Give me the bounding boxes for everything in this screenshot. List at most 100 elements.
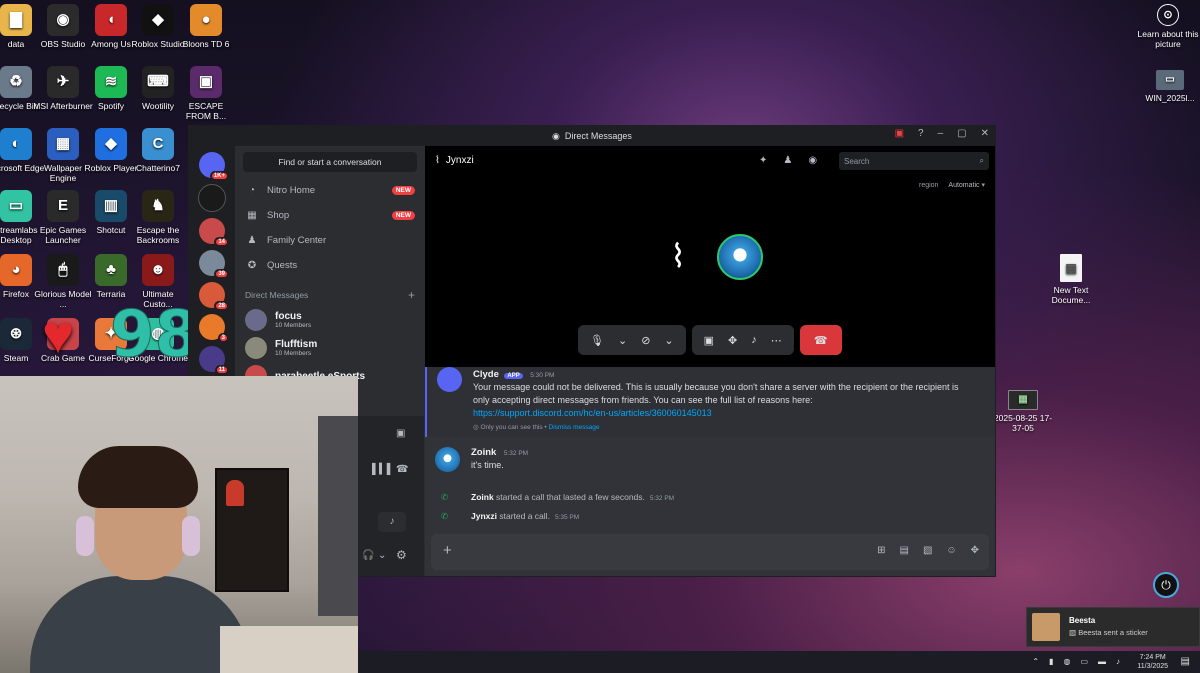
title-bar: ◉ Direct Messages ▣ ? – ▢ ✕ xyxy=(189,126,995,146)
sticker-icon[interactable]: ▧ xyxy=(923,545,932,556)
chevron-down-icon[interactable]: ⌄ xyxy=(664,334,673,347)
settings-icon[interactable]: ⚙ xyxy=(396,548,407,562)
mic-control[interactable]: 🎙 ⌄ ⊘ ⌄ xyxy=(578,325,686,355)
shop-icon: ▦ xyxy=(247,210,257,221)
screen-share-icon[interactable]: ▣ xyxy=(396,428,405,439)
server-icon[interactable]: 39 xyxy=(199,250,229,279)
video-file-icon: ▦ xyxy=(1008,390,1038,410)
app-icon: ▣ xyxy=(190,66,222,98)
unread-badge: 1K+ xyxy=(209,171,229,181)
app-icon: ▭ xyxy=(0,190,32,222)
dm-list-item[interactable]: Flufftism 10 Members xyxy=(235,334,425,362)
chevron-down-icon[interactable]: ⌄ xyxy=(618,334,627,347)
pin-icon[interactable]: ✦ xyxy=(759,155,767,166)
dm-list-item[interactable]: focus 10 Members xyxy=(235,306,425,334)
message-author[interactable]: Zoink xyxy=(471,447,496,458)
message-link[interactable]: https://support.discord.com/hc/en-us/art… xyxy=(473,407,965,420)
notification-toast[interactable]: Beesta ▧ Beesta sent a sticker xyxy=(1026,607,1200,647)
zoink-avatar xyxy=(435,447,460,472)
minimize-button[interactable]: – xyxy=(938,128,944,139)
nav-item[interactable]: ▦ Shop NEW xyxy=(235,203,425,228)
gift-icon[interactable]: ⊞ xyxy=(877,545,885,556)
dm-header-label: Direct Messages xyxy=(245,290,309,300)
desktop-icon-label: New Text Docume... xyxy=(1051,285,1091,305)
create-dm-icon[interactable]: + xyxy=(408,288,415,302)
app-icon: ● xyxy=(190,4,222,36)
app-icon: ♻ xyxy=(0,66,32,98)
search-placeholder: Search xyxy=(844,156,870,166)
search-input[interactable]: Search ⌕ xyxy=(839,152,989,170)
profile-icon[interactable]: ◉ xyxy=(808,155,817,166)
server-icon[interactable] xyxy=(198,184,226,212)
power-icon[interactable]: ⏻ xyxy=(1153,572,1179,598)
find-conversation-button[interactable]: Find or start a conversation xyxy=(243,152,417,172)
nav-item-label: Quests xyxy=(267,260,298,271)
nav-item[interactable]: ♟ Family Center xyxy=(235,228,425,253)
app-icon: C xyxy=(142,128,174,160)
microphone-icon: 🎙 xyxy=(590,334,604,347)
chevron-down-icon[interactable]: ⌄ xyxy=(378,550,386,561)
system-author[interactable]: Zoink xyxy=(471,492,494,502)
screen-share-icon[interactable]: ▣ xyxy=(704,334,714,347)
more-options-icon[interactable]: ⋯ xyxy=(771,334,782,347)
clock-date: 11/3/2025 xyxy=(1137,663,1168,670)
jynxzi-logo-icon: ⌇ xyxy=(435,155,440,166)
participant-zoink[interactable] xyxy=(717,234,763,280)
participant-jynxzi[interactable]: ⌇ xyxy=(663,236,693,276)
app-icon: ♣ xyxy=(95,254,127,286)
notification-center-icon[interactable]: ▤ xyxy=(1181,656,1190,667)
emoji-icon[interactable]: ☺ xyxy=(946,545,956,556)
soundboard-icon[interactable]: ♪ xyxy=(378,512,406,532)
inbox-icon[interactable]: ▣ xyxy=(895,128,904,139)
maximize-button[interactable]: ▢ xyxy=(957,128,966,139)
system-time: 5:35 PM xyxy=(554,514,580,521)
headphones-icon[interactable]: 🎧 xyxy=(362,550,374,561)
server-icon[interactable]: 14 xyxy=(199,218,229,247)
disconnect-icon[interactable]: ☎ xyxy=(396,464,408,475)
add-friends-icon[interactable]: ♟ xyxy=(783,155,792,166)
app-tag: APP xyxy=(504,373,523,379)
region-selector[interactable]: region Automatic ▾ xyxy=(919,181,985,189)
hype-counter: 98 xyxy=(109,298,200,372)
desktop-icon[interactable]: ▦ 2025-08-25 17-37-05 xyxy=(992,390,1054,433)
camera-off-icon[interactable]: ⊘ xyxy=(641,334,650,347)
attach-icon[interactable]: + xyxy=(443,542,452,559)
usb-icon[interactable]: ▮ xyxy=(1049,657,1053,666)
desktop-icon[interactable]: ♞ Escape the Backrooms xyxy=(128,190,188,245)
dismiss-link[interactable]: Dismiss message xyxy=(549,424,600,431)
desktop-icon[interactable]: C Chatterino7 xyxy=(128,128,188,173)
desktop-icon[interactable]: ▭ WIN_2025l... xyxy=(1140,70,1200,103)
nav-item[interactable]: ◔ Nitro Home NEW xyxy=(235,178,425,203)
soundboard-icon[interactable]: ♪ xyxy=(751,334,757,346)
help-icon[interactable]: ? xyxy=(918,128,924,139)
gif-icon[interactable]: ▤ xyxy=(899,545,908,556)
desktop-icon[interactable]: ▤ New Text Docume... xyxy=(1041,254,1101,305)
desktop-icon[interactable]: ⊙ Learn about this picture xyxy=(1137,4,1199,49)
nav-item[interactable]: ✪ Quests xyxy=(235,253,425,278)
server-icon[interactable]: 11 xyxy=(199,346,229,375)
phone-icon: ✆ xyxy=(441,511,449,521)
system-author[interactable]: Jynxzi xyxy=(471,511,497,521)
chevron-up-icon[interactable]: ⌃ xyxy=(1032,657,1039,666)
clock[interactable]: 7:24 PM 11/3/2025 xyxy=(1137,653,1168,671)
desktop-icon-label: ESCAPE FROM B... xyxy=(185,101,227,121)
home-button[interactable]: 1K+ xyxy=(199,152,229,181)
message-author[interactable]: Clyde xyxy=(473,369,499,380)
desktop-icon[interactable]: ▣ ESCAPE FROM B... xyxy=(176,66,236,121)
network-icon[interactable]: ▬ xyxy=(1098,657,1106,666)
disconnect-button[interactable]: ☎ xyxy=(799,325,842,355)
display-icon[interactable]: ▭ xyxy=(1080,657,1088,666)
server-icon[interactable]: 3 xyxy=(199,314,229,343)
activities-icon[interactable]: ✥ xyxy=(728,334,737,347)
tray-icon[interactable]: ◍ xyxy=(1063,657,1070,666)
desktop-icon[interactable]: ● Bloons TD 6 xyxy=(176,4,236,49)
noise-suppression-icon[interactable]: ▌▍▌ xyxy=(372,464,394,475)
clock-time: 7:24 PM xyxy=(1139,654,1166,661)
volume-icon[interactable]: ♪ xyxy=(1116,657,1120,666)
message-composer[interactable]: + ⊞ ▤ ▧ ☺ ✥ xyxy=(431,534,989,570)
server-icon[interactable]: 28 xyxy=(199,282,229,311)
close-button[interactable]: ✕ xyxy=(981,128,989,139)
desktop-icon-label: Bloons TD 6 xyxy=(182,39,230,49)
apps-icon[interactable]: ✥ xyxy=(971,545,979,556)
activity-controls: ▣ ✥ ♪ ⋯ xyxy=(691,325,794,355)
